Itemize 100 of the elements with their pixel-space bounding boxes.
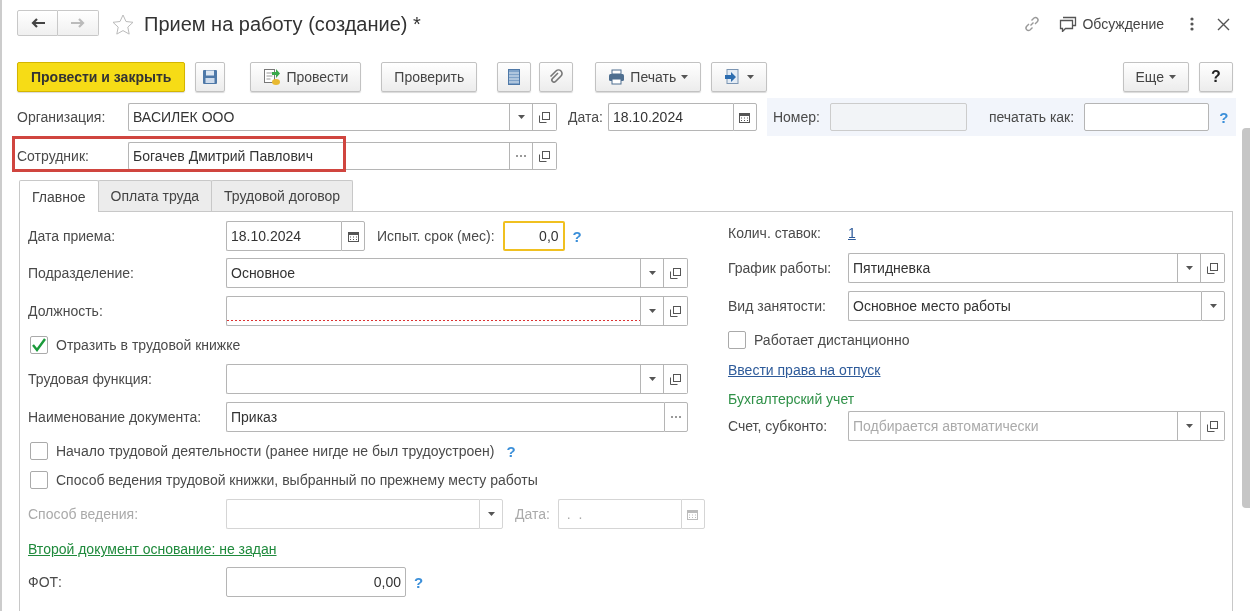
tab[interactable]: Трудовой договор: [211, 180, 354, 211]
caret-icon: [747, 75, 755, 79]
field-label: Испыт. срок (мес):: [377, 228, 495, 244]
speech-bubbles-icon: [1059, 16, 1078, 32]
checkbox-label: Отразить в трудовой книжке: [56, 337, 241, 353]
more-icon[interactable]: [1190, 17, 1194, 31]
link-icon[interactable]: [1023, 15, 1042, 33]
arrow-right-icon: [71, 17, 85, 28]
open-button[interactable]: [533, 103, 557, 131]
squares-icon: [539, 150, 550, 162]
list-button[interactable]: [497, 62, 532, 92]
field-label: Подразделение:: [28, 265, 135, 281]
post-button[interactable]: Провести: [250, 62, 362, 92]
organization-field[interactable]: ВАСИЛЕК ООО: [128, 103, 509, 131]
squares-icon: [670, 267, 681, 279]
calendar-icon: [687, 508, 699, 520]
caret-icon: [1185, 424, 1193, 428]
choose-button[interactable]: [664, 402, 688, 432]
open-button[interactable]: [1201, 253, 1225, 283]
rates-link[interactable]: 1: [848, 225, 856, 241]
checkbox[interactable]: [30, 336, 48, 354]
export-button[interactable]: [711, 62, 768, 92]
field-label: Наименование документа:: [28, 409, 203, 425]
field-label: Дата приема:: [28, 228, 117, 244]
department-field[interactable]: Основное: [226, 258, 640, 288]
help-button[interactable]: ?: [1199, 62, 1233, 92]
list-icon: [508, 69, 521, 85]
help-icon[interactable]: ?: [414, 573, 424, 591]
calendar-button[interactable]: [341, 221, 365, 251]
dropdown-button[interactable]: [1201, 291, 1225, 321]
back-button[interactable]: [17, 9, 58, 36]
checkbox-label: Начало трудовой деятельности (ранее нигде не был трудоустроен): [56, 443, 495, 459]
number-field[interactable]: [829, 103, 967, 131]
caret-icon: [648, 377, 656, 381]
position-field[interactable]: [226, 296, 640, 326]
caret-icon: [517, 115, 525, 119]
caret-icon: [1169, 75, 1176, 79]
open-button[interactable]: [1201, 411, 1225, 441]
date-field[interactable]: 18.10.2024: [226, 221, 341, 251]
employment-type-field[interactable]: Основное место работы: [848, 291, 1201, 321]
field-label: Номер:: [772, 109, 820, 125]
tab[interactable]: Оплата труда: [97, 180, 213, 211]
tab[interactable]: Главное: [19, 180, 99, 212]
field-label: Вид занятости:: [728, 298, 827, 314]
field-label: Способ ведения:: [28, 506, 140, 522]
caret-icon: [681, 75, 689, 79]
squares-icon: [670, 373, 681, 385]
squares-icon: [1207, 262, 1218, 274]
open-button[interactable]: [664, 258, 688, 288]
method-field[interactable]: [226, 499, 479, 529]
checkbox[interactable]: [30, 442, 48, 460]
squares-icon: [670, 305, 681, 317]
field-label: Сотрудник:: [17, 148, 90, 164]
star-icon[interactable]: [112, 13, 134, 35]
arrow-left-icon: [30, 17, 45, 28]
date-field[interactable]: 18.10.2024: [607, 103, 733, 131]
calendar-button[interactable]: [732, 103, 757, 131]
second-document-link[interactable]: Второй документ основание: не задан: [28, 541, 277, 557]
document-name-field[interactable]: Приказ: [226, 402, 664, 432]
print-button[interactable]: Печать: [595, 62, 702, 92]
check-button[interactable]: Проверить: [381, 62, 478, 92]
open-button[interactable]: [664, 364, 688, 394]
dropdown-button[interactable]: [479, 499, 503, 529]
field-label: печатать как:: [988, 109, 1075, 125]
scrollbar[interactable]: [1242, 128, 1250, 508]
probation-field[interactable]: 0,0: [502, 221, 565, 251]
attach-button[interactable]: [539, 62, 574, 92]
caret-icon: [1209, 304, 1217, 308]
print-as-field[interactable]: [1084, 103, 1210, 131]
vacation-rights-link[interactable]: Ввести права на отпуск: [728, 362, 881, 378]
printer-icon: [608, 69, 626, 85]
open-button[interactable]: [533, 142, 557, 170]
discussion-button[interactable]: Обсуждение: [1059, 16, 1164, 32]
field-label: График работы:: [728, 260, 833, 276]
checkbox[interactable]: [30, 471, 48, 489]
account-field[interactable]: Подбирается автоматически: [848, 411, 1177, 441]
field-label: ФОТ:: [28, 574, 63, 590]
checkbox-label: Работает дистанционно: [754, 332, 910, 348]
squares-icon: [1207, 420, 1218, 432]
save-button[interactable]: [195, 62, 226, 92]
calendar-icon: [347, 230, 359, 242]
payroll-field[interactable]: 0,00: [226, 567, 406, 597]
window-title: Прием на работу (создание) *: [144, 12, 421, 36]
field-label: Организация:: [17, 109, 107, 125]
close-icon[interactable]: [1217, 17, 1230, 31]
field-label: Дата:: [515, 506, 550, 522]
more-button[interactable]: Еще: [1122, 62, 1189, 92]
field-label: Счет, субконто:: [728, 418, 829, 434]
caret-icon: [487, 512, 495, 516]
field-label: Колич. ставок:: [728, 225, 822, 241]
employee-field[interactable]: Богачев Дмитрий Павлович: [128, 142, 509, 170]
field-label: Должность:: [28, 303, 104, 319]
post-and-close-button[interactable]: Провести и закрыть: [17, 62, 186, 92]
squares-icon: [539, 111, 550, 123]
open-button[interactable]: [664, 296, 688, 326]
labor-function-field[interactable]: [226, 364, 640, 394]
checkbox-label: Способ ведения трудовой книжки, выбранный по прежнему месту работы: [56, 472, 538, 488]
schedule-field[interactable]: Пятидневка: [848, 253, 1177, 283]
checkbox[interactable]: [728, 331, 746, 349]
section-heading: Бухгалтерский учет: [728, 391, 855, 407]
